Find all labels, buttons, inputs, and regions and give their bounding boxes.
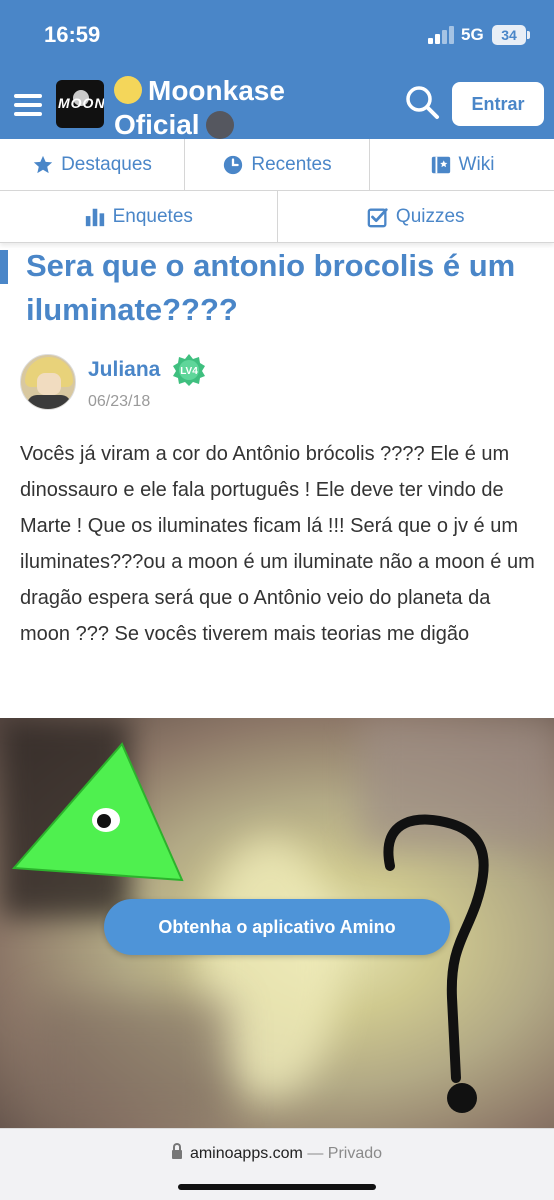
post-title: Sera que o antonio brocolis é um ilumina… bbox=[26, 248, 516, 327]
new-moon-emoji-icon bbox=[205, 111, 234, 139]
status-time: 16:59 bbox=[44, 22, 101, 47]
level-badge: LV4 bbox=[173, 354, 205, 386]
tab-label: Enquetes bbox=[112, 205, 193, 227]
level-text: LV4 bbox=[180, 366, 198, 377]
private-mode-label: Privado bbox=[327, 1145, 383, 1162]
clock-icon bbox=[224, 155, 243, 174]
title-accent-bar bbox=[0, 250, 8, 284]
browser-address-bar[interactable]: aminoapps.com — Privado bbox=[0, 1128, 554, 1200]
sun-emoji-icon bbox=[114, 76, 142, 104]
url-text: aminoapps.com bbox=[189, 1145, 303, 1162]
character-pupil bbox=[97, 814, 111, 828]
post-date: 06/23/18 bbox=[88, 393, 151, 410]
nav-tabs-row-1: Destaques Recentes Wiki bbox=[0, 139, 554, 191]
avatar[interactable] bbox=[20, 354, 76, 410]
url-row[interactable]: aminoapps.com — Privado bbox=[0, 1143, 554, 1163]
home-indicator[interactable] bbox=[178, 1184, 376, 1190]
lock-icon bbox=[171, 1143, 182, 1159]
community-title: Moonkase Oficial bbox=[114, 74, 344, 142]
star-icon bbox=[33, 155, 53, 173]
tab-label: Recentes bbox=[251, 153, 332, 175]
login-button[interactable]: Entrar bbox=[452, 82, 544, 126]
author-name[interactable]: Juliana bbox=[88, 358, 160, 382]
tab-quizzes[interactable]: Quizzes bbox=[278, 191, 554, 242]
logo-text: MOON bbox=[58, 95, 104, 111]
community-title-line2: Oficial bbox=[114, 109, 200, 140]
search-icon[interactable] bbox=[404, 84, 440, 120]
wiki-icon bbox=[431, 156, 450, 173]
tab-label: Destaques bbox=[61, 153, 152, 175]
post-body: Vocês já viram a cor do Antônio brócolis… bbox=[20, 443, 535, 645]
tab-recentes[interactable]: Recentes bbox=[185, 139, 370, 190]
tab-destaques[interactable]: Destaques bbox=[0, 139, 185, 190]
menu-icon[interactable] bbox=[14, 94, 42, 116]
community-title-line1: Moonkase bbox=[148, 75, 285, 106]
community-logo[interactable]: MOON bbox=[56, 80, 104, 128]
tab-label: Wiki bbox=[458, 153, 495, 175]
checkbox-icon bbox=[367, 207, 388, 227]
nav-tabs-row-2: Enquetes Quizzes bbox=[0, 191, 554, 243]
bar-chart-icon bbox=[85, 208, 104, 226]
tab-enquetes[interactable]: Enquetes bbox=[0, 191, 278, 242]
tab-wiki[interactable]: Wiki bbox=[370, 139, 554, 190]
network-type: 5G bbox=[461, 25, 484, 44]
battery-icon: 34 bbox=[492, 25, 530, 45]
url-separator: — bbox=[307, 1145, 324, 1162]
signal-icon bbox=[428, 26, 456, 44]
question-mark-dot bbox=[447, 1083, 477, 1113]
tab-label: Quizzes bbox=[395, 205, 465, 227]
app-header: 16:59 5G 34 MOON Moonkase Oficial Entrar bbox=[0, 0, 554, 142]
get-app-button[interactable]: Obtenha o aplicativo Amino bbox=[104, 899, 450, 955]
